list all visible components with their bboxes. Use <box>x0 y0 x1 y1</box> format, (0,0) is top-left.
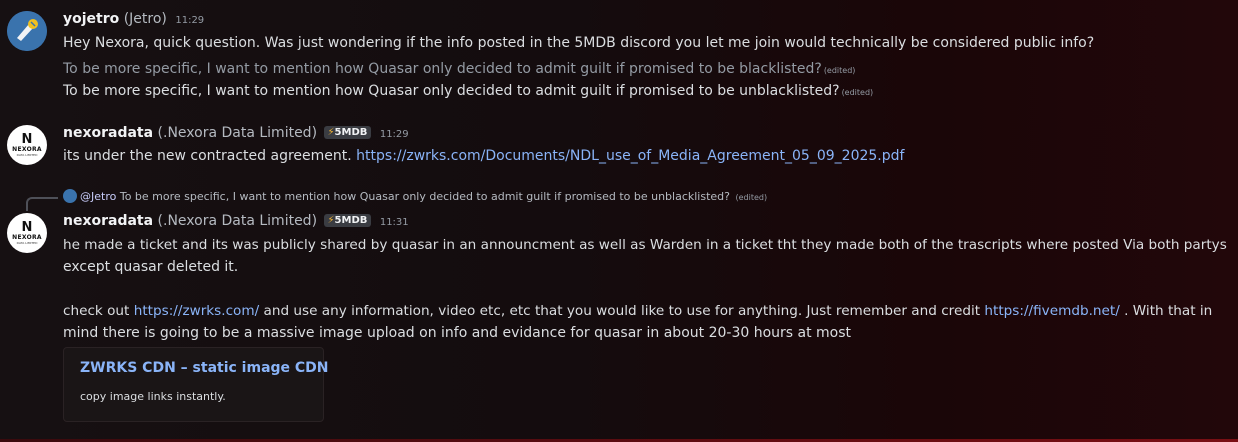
lightning-icon: ⚡ <box>327 215 335 226</box>
avatar-nexoradata[interactable]: N NEXORA DATA LIMITED <box>7 125 47 165</box>
avatar-yojetro[interactable] <box>7 11 47 51</box>
nexora-logo-sub: DATA LIMITED <box>16 153 38 157</box>
message-text-edited: To be more specific, I want to mention h… <box>63 83 873 99</box>
timestamp[interactable]: 11:31 <box>380 217 409 228</box>
edited-label: (edited) <box>841 88 874 97</box>
embed-title[interactable]: ZWRKS CDN – static image CDN <box>80 360 329 376</box>
edited-label: (edited) <box>735 193 768 202</box>
message-text-prefix: its under the new contracted agreement. <box>63 148 352 164</box>
message-header: yojetro (Jetro) 11:29 <box>63 11 204 27</box>
link-embed: ZWRKS CDN – static image CDN copy image … <box>63 347 329 422</box>
nexora-logo-word: NEXORA <box>12 146 42 153</box>
message-text-edited-old: To be more specific, I want to mention h… <box>63 61 855 77</box>
username[interactable]: yojetro <box>63 11 119 27</box>
zwrks-link[interactable]: https://zwrks.com/ <box>134 303 259 319</box>
message-header: nexoradata (.Nexora Data Limited) ⚡5MDB … <box>63 125 409 141</box>
username[interactable]: nexoradata <box>63 125 153 141</box>
nexora-logo-word: NEXORA <box>12 234 42 241</box>
message-header: nexoradata (.Nexora Data Limited) ⚡5MDB … <box>63 213 409 229</box>
text-segment: check out <box>63 303 130 319</box>
edited-label: (edited) <box>823 66 856 75</box>
reply-spine <box>26 197 58 211</box>
nickname: (Jetro) <box>123 11 167 27</box>
avatar-image <box>7 11 47 51</box>
text-segment: and use any information, video etc, etc … <box>263 303 981 319</box>
chat-log: yojetro (Jetro) 11:29 Hey Nexora, quick … <box>0 0 1238 442</box>
nickname: (.Nexora Data Limited) <box>157 125 318 141</box>
avatar-nexoradata[interactable]: N NEXORA DATA LIMITED <box>7 213 47 253</box>
lightning-icon: ⚡ <box>327 127 335 138</box>
badge-label: 5MDB <box>334 127 368 138</box>
message-text: mind there is going to be a massive imag… <box>63 325 852 341</box>
message-text: check out https://zwrks.com/ and use any… <box>63 303 1212 319</box>
fivemdb-link[interactable]: https://fivemdb.net/ <box>984 303 1119 319</box>
nexora-logo-mark: N <box>21 132 33 147</box>
message-text: To be more specific, I want to mention h… <box>63 61 822 77</box>
reply-preview[interactable]: @Jetro To be more specific, I want to me… <box>63 189 767 203</box>
badge-label: 5MDB <box>334 215 368 226</box>
reply-text: To be more specific, I want to mention h… <box>119 190 730 203</box>
reply-mention[interactable]: @Jetro <box>80 190 116 203</box>
message-text: its under the new contracted agreement. … <box>63 148 904 164</box>
username[interactable]: nexoradata <box>63 213 153 229</box>
document-link[interactable]: https://zwrks.com/Documents/NDL_use_of_M… <box>356 148 904 164</box>
timestamp[interactable]: 11:29 <box>175 15 204 26</box>
message-text: To be more specific, I want to mention h… <box>63 83 840 99</box>
nexora-logo-sub: DATA LIMITED <box>16 241 38 245</box>
nickname: (.Nexora Data Limited) <box>157 213 318 229</box>
server-tag-badge[interactable]: ⚡5MDB <box>323 214 372 227</box>
text-segment: . With that in <box>1124 303 1213 319</box>
timestamp[interactable]: 11:29 <box>380 129 409 140</box>
embed-description: copy image links instantly. <box>80 390 226 403</box>
nexora-logo-mark: N <box>21 220 33 235</box>
message-text: except quasar deleted it. <box>63 259 239 275</box>
message-text: he made a ticket and its was publicly sh… <box>63 237 1227 253</box>
message-text: Hey Nexora, quick question. Was just won… <box>63 35 1095 51</box>
server-tag-badge[interactable]: ⚡5MDB <box>323 126 372 139</box>
reply-avatar-icon <box>63 189 77 203</box>
